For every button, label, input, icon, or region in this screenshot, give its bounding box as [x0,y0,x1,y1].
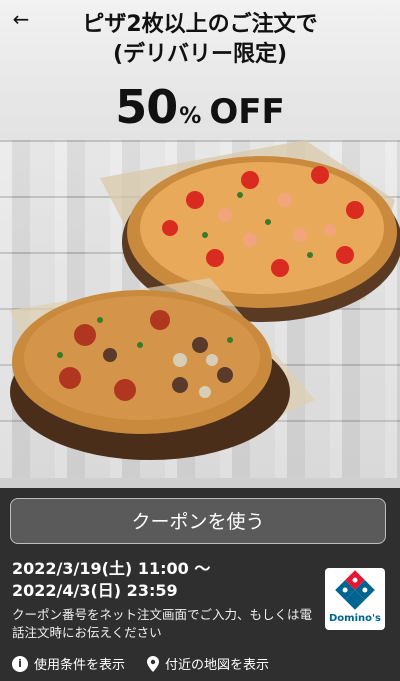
terms-link[interactable]: i 使用条件を表示 [12,654,125,673]
hero-banner: ← ピザ2枚以上のご注文で (デリバリー限定) 50% OFF [0,0,400,488]
coupon-note: クーポン番号をネット注文画面でご入力、もしくは電話注文時にお伝えください [12,607,313,640]
date-start: 2022/3/19(土) 11:00 〜 [12,559,211,578]
terms-label: 使用条件を表示 [34,658,126,673]
info-icon: i [12,655,28,672]
discount-percent: % [179,104,202,129]
use-coupon-button[interactable]: クーポンを使う [10,498,386,544]
discount-label: 50% OFF [0,80,400,134]
discount-amount: 50 [115,80,178,134]
brand-name: Domino's [328,613,382,624]
dominos-logo-icon [335,570,375,610]
map-label: 付近の地図を表示 [165,658,270,673]
coupon-panel: クーポンを使う 2022/3/19(土) 11:00 〜 2022/4/3(日)… [0,488,400,681]
promo-headline: ピザ2枚以上のご注文で (デリバリー限定) [0,10,400,70]
discount-off: OFF [209,92,285,132]
date-end: 2022/4/3(日) 23:59 [12,581,178,600]
dominos-logo: Domino's [325,568,385,630]
map-link[interactable]: 付近の地図を表示 [147,654,269,673]
coupon-validity: 2022/3/19(土) 11:00 〜 2022/4/3(日) 23:59 [12,558,210,602]
headline-line-1: ピザ2枚以上のご注文で [82,12,318,37]
pizza-image [10,140,400,460]
headline-line-2: (デリバリー限定) [112,42,288,67]
map-pin-icon [147,655,160,672]
footer-links: i 使用条件を表示 付近の地図を表示 [12,654,269,673]
